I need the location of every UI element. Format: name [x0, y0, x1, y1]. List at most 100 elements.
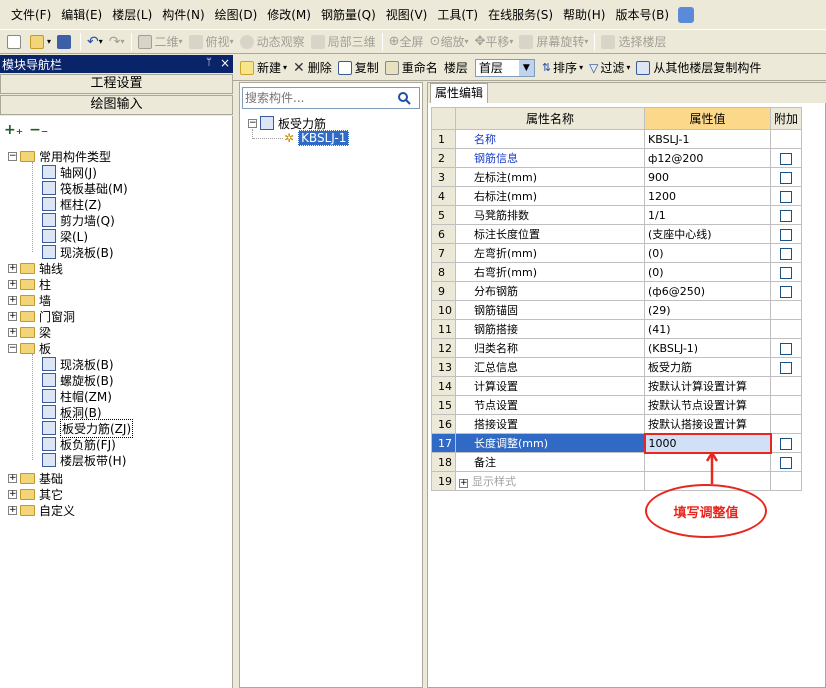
- menu-item[interactable]: 修改(M): [262, 5, 316, 25]
- expand-icon[interactable]: +: [8, 311, 17, 321]
- property-row[interactable]: 18 备注: [431, 452, 803, 472]
- collapse-all-icon[interactable]: −₋: [29, 122, 48, 138]
- tree-node-slab-item[interactable]: 现浇板(B): [42, 356, 114, 372]
- property-value[interactable]: 1/1: [644, 205, 771, 225]
- expand-icon[interactable]: +: [8, 489, 17, 499]
- tree-node-group[interactable]: + 门窗洞: [8, 308, 75, 324]
- copy-from-floor-button[interactable]: 从其他楼层复制构件: [633, 58, 764, 78]
- floor-select[interactable]: 首层 ▼: [474, 58, 535, 77]
- expand-icon[interactable]: +: [8, 327, 17, 337]
- tree-node-common-item[interactable]: 筏板基础(M): [42, 180, 128, 196]
- extra-checkbox[interactable]: [780, 285, 792, 298]
- menu-item[interactable]: 编辑(E): [56, 5, 107, 25]
- new-component-button[interactable]: 新建 ▾: [237, 58, 290, 78]
- property-row[interactable]: 5 马凳筋排数 1/1: [431, 205, 803, 225]
- property-value[interactable]: (KBSLJ-1): [644, 338, 771, 358]
- property-row[interactable]: 15 节点设置 按默认节点设置计算: [431, 395, 803, 415]
- pan-button[interactable]: ✥ 平移 ▾: [471, 31, 516, 53]
- property-value[interactable]: (29): [644, 300, 771, 320]
- tree-node-common-item[interactable]: 轴网(J): [42, 164, 97, 180]
- property-value[interactable]: ф12@200: [644, 148, 771, 168]
- property-row[interactable]: 1 名称 KBSLJ-1: [431, 129, 803, 149]
- search-button[interactable]: [393, 88, 415, 108]
- property-value[interactable]: 按默认节点设置计算: [644, 395, 771, 415]
- drawing-input-button[interactable]: 绘图输入: [0, 95, 233, 115]
- tree-node-common-item[interactable]: 框柱(Z): [42, 196, 102, 212]
- tree-node-group[interactable]: + 墙: [8, 292, 51, 308]
- property-row-display-style[interactable]: 19 + 显示样式: [431, 471, 803, 491]
- tree-node-slab-rebar[interactable]: − 板受力筋: [248, 115, 326, 131]
- property-value[interactable]: 1200: [644, 186, 771, 206]
- rename-component-button[interactable]: 重命名: [382, 58, 441, 78]
- redo-button[interactable]: ↷ ▾: [106, 31, 128, 53]
- menu-item[interactable]: 版本号(B): [610, 5, 674, 25]
- version-icon[interactable]: [678, 6, 695, 23]
- search-input[interactable]: [243, 89, 393, 107]
- property-row[interactable]: 4 右标注(mm) 1200: [431, 186, 803, 206]
- property-row[interactable]: 12 归类名称 (KBSLJ-1): [431, 338, 803, 358]
- extra-checkbox[interactable]: [780, 152, 792, 165]
- tree-node-slab-item[interactable]: 板受力筋(ZJ): [42, 418, 134, 438]
- tree-node-slab-item[interactable]: 螺旋板(B): [42, 372, 114, 388]
- extra-checkbox[interactable]: [780, 190, 792, 203]
- menu-item[interactable]: 钢筋量(Q): [316, 5, 381, 25]
- extra-checkbox[interactable]: [780, 266, 792, 279]
- menu-item[interactable]: 楼层(L): [107, 5, 157, 25]
- menu-item[interactable]: 工具(T): [432, 5, 483, 25]
- property-value[interactable]: 按默认计算设置计算: [644, 376, 771, 396]
- view-2d-button[interactable]: 二维 ▾: [135, 31, 186, 53]
- expand-all-icon[interactable]: +₊: [4, 122, 23, 138]
- rotate-button[interactable]: 屏幕旋转 ▾: [516, 31, 591, 53]
- property-value[interactable]: (支座中心线): [644, 224, 771, 244]
- dynamic-view-button[interactable]: 动态观察: [237, 31, 308, 53]
- delete-component-button[interactable]: ✕ 删除: [290, 58, 335, 78]
- fullscreen-button[interactable]: ⊕ 全屏: [386, 31, 427, 53]
- expand-icon[interactable]: +: [8, 263, 17, 273]
- property-row[interactable]: 11 钢筋搭接 (41): [431, 319, 803, 339]
- extra-checkbox[interactable]: [780, 342, 792, 355]
- zoom-button[interactable]: ⊙ 缩放 ▾: [427, 31, 472, 53]
- local-3d-button[interactable]: 局部三维: [308, 31, 379, 53]
- tree-node-group[interactable]: + 柱: [8, 276, 51, 292]
- extra-checkbox[interactable]: [780, 247, 792, 260]
- menu-item[interactable]: 绘图(D): [210, 5, 263, 25]
- property-row[interactable]: 10 钢筋锚固 (29): [431, 300, 803, 320]
- expand-icon[interactable]: +: [8, 279, 17, 289]
- property-value[interactable]: (0): [644, 262, 771, 282]
- tree-node-slab-item[interactable]: 柱帽(ZM): [42, 388, 112, 404]
- tree-node-group[interactable]: + 梁: [8, 324, 51, 340]
- extra-checkbox[interactable]: [780, 209, 792, 222]
- menu-item[interactable]: 在线服务(S): [483, 5, 558, 25]
- open-file-button[interactable]: ▾: [27, 31, 54, 53]
- expand-icon[interactable]: +: [8, 473, 17, 483]
- property-row[interactable]: 14 计算设置 按默认计算设置计算: [431, 376, 803, 396]
- extra-checkbox[interactable]: [780, 361, 792, 374]
- property-row[interactable]: 9 分布钢筋 (ф6@250): [431, 281, 803, 301]
- property-row[interactable]: 6 标注长度位置 (支座中心线): [431, 224, 803, 244]
- menu-item[interactable]: 构件(N): [157, 5, 209, 25]
- property-value[interactable]: 板受力筋: [644, 357, 771, 377]
- property-row[interactable]: 13 汇总信息 板受力筋: [431, 357, 803, 377]
- tab-property-edit[interactable]: 属性编辑: [430, 83, 489, 103]
- tree-node-group[interactable]: + 轴线: [8, 260, 63, 276]
- collapse-icon[interactable]: −: [8, 151, 17, 161]
- tree-node-slab-item[interactable]: 楼层板带(H): [42, 452, 126, 468]
- select-floor-button[interactable]: 选择楼层: [598, 31, 669, 53]
- undo-button[interactable]: ↶ ▾: [84, 31, 106, 53]
- property-row[interactable]: 8 右弯折(mm) (0): [431, 262, 803, 282]
- extra-checkbox[interactable]: [780, 228, 792, 241]
- menu-item[interactable]: 文件(F): [6, 5, 56, 25]
- property-value[interactable]: 1000: [643, 432, 772, 454]
- property-row[interactable]: 2 钢筋信息 ф12@200: [431, 148, 803, 168]
- extra-checkbox[interactable]: [780, 437, 793, 450]
- tree-node-kbslj[interactable]: ✲ KBSLJ-1: [284, 130, 350, 146]
- tree-node-common-item[interactable]: 现浇板(B): [42, 244, 114, 260]
- tree-node-common-types[interactable]: − 常用构件类型: [8, 148, 111, 164]
- sort-button[interactable]: ⇅ 排序 ▾: [539, 58, 586, 78]
- extra-checkbox[interactable]: [780, 456, 792, 469]
- expand-icon[interactable]: +: [8, 505, 17, 515]
- tree-node-common-item[interactable]: 梁(L): [42, 228, 88, 244]
- tree-node-slab-item[interactable]: 板负筋(FJ): [42, 436, 116, 452]
- menu-item[interactable]: 视图(V): [381, 5, 433, 25]
- property-value[interactable]: 按默认搭接设置计算: [644, 414, 771, 434]
